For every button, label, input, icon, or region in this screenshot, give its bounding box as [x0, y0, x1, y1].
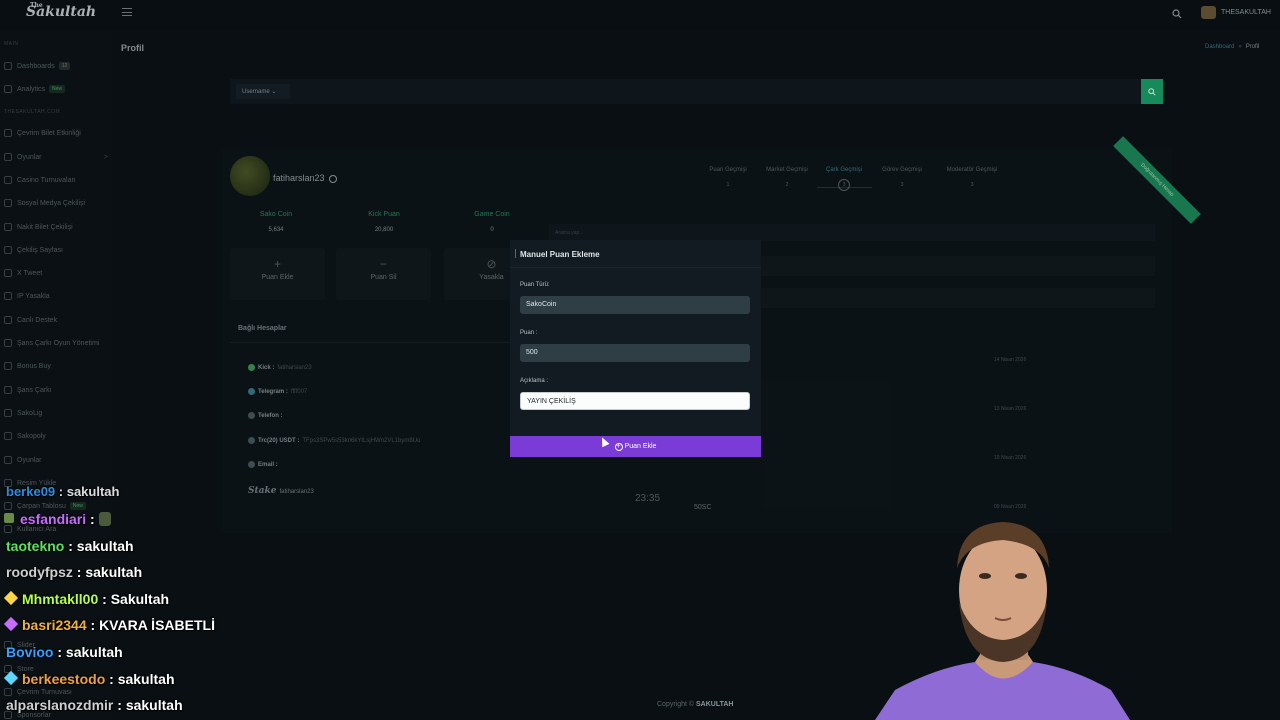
gem-icon [3, 616, 19, 632]
modal-title: Manuel Puan Ekleme [520, 250, 600, 259]
description-input[interactable]: YAYIN ÇEKİLİŞ [520, 392, 750, 410]
description-label: Açıklama : [520, 378, 549, 384]
emote-icon [98, 512, 111, 526]
chat-message: Mhmtakll00 : Sakultah [3, 590, 169, 607]
streamer-webcam [875, 522, 1130, 720]
points-type-label: Puan Türü: [520, 282, 550, 288]
sub-badge-icon [4, 513, 14, 523]
points-type-select[interactable]: SakoCoin [520, 296, 750, 314]
chat-message: berke09 : sakultah [6, 484, 120, 499]
gem-icon [3, 590, 19, 606]
gem-icon [3, 670, 19, 686]
modal-header: Manuel Puan Ekleme [510, 240, 761, 268]
chat-message: esfandiari : [4, 511, 111, 527]
chat-message: taotekno : sakultah [6, 538, 134, 554]
manual-points-modal: Manuel Puan Ekleme Puan Türü: SakoCoin P… [510, 240, 761, 457]
chat-message: roodyfpsz : sakultah [6, 564, 143, 580]
modal-title-accent [515, 249, 516, 258]
chat-message: basri2344 : KVARA İSABETLİ [3, 616, 215, 633]
chat-message: alparslanozdmir : sakultah [6, 697, 183, 713]
points-label: Puan : [520, 330, 538, 336]
plus-circle-icon: + [614, 442, 623, 451]
chat-message: Bovioo : sakultah [6, 644, 123, 660]
add-points-submit-button[interactable]: + Puan Ekle [510, 436, 761, 457]
chat-message: berkeestodo : sakultah [3, 670, 175, 687]
points-input[interactable]: 500 [520, 344, 750, 362]
footer-copyright: Copyright © SAKULTAH [657, 701, 734, 708]
